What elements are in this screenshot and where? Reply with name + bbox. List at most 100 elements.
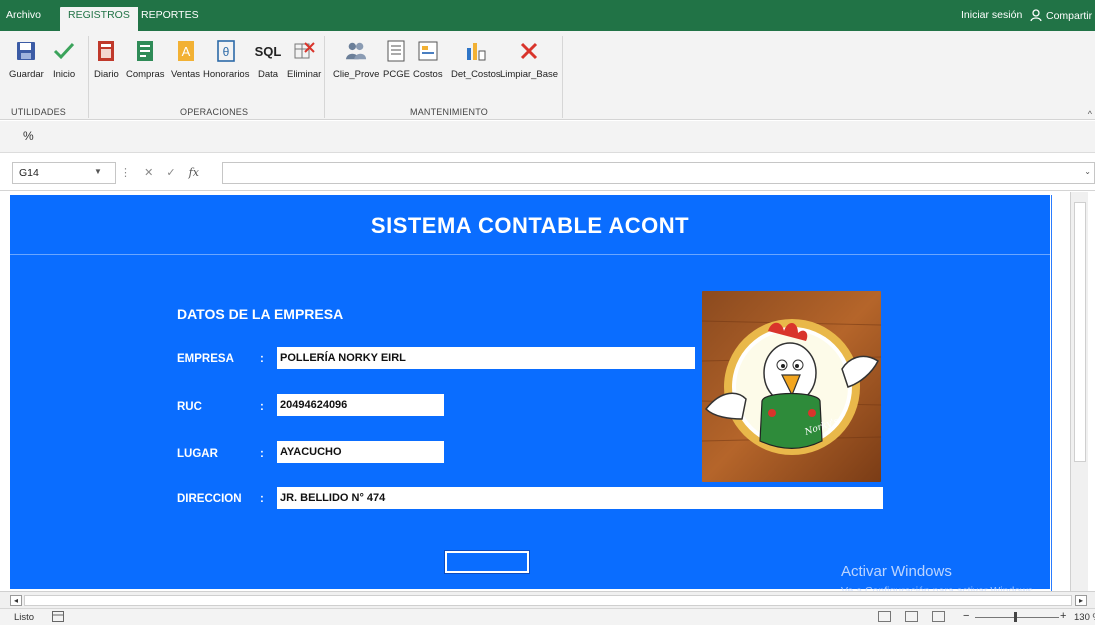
compras-label: Compras (126, 69, 165, 80)
limpiar-base-label: Limpiar_Base (500, 69, 559, 80)
page-layout-view-icon[interactable] (905, 611, 918, 622)
field-label-direccion: DIRECCION (177, 493, 242, 505)
expand-formula-icon[interactable]: ⌄ (1084, 167, 1091, 176)
field-label-lugar: LUGAR (177, 448, 218, 460)
group-label-operaciones: OPERACIONES (180, 107, 249, 117)
group-label-utilidades: UTILIDADES (11, 107, 67, 117)
percent-style-button[interactable]: % (23, 129, 34, 143)
ribbon-divider (324, 36, 325, 118)
sql-icon-text: SQL (254, 43, 282, 59)
field-value-lugar[interactable]: AYACUCHO (277, 441, 444, 463)
vertical-scroll-thumb[interactable] (1074, 202, 1086, 462)
ledger-icon (95, 39, 117, 63)
checkmark-icon (53, 39, 75, 63)
field-value-direccion[interactable]: JR. BELLIDO N° 474 (277, 487, 883, 509)
macro-recording-icon[interactable] (52, 611, 64, 622)
cancel-icon[interactable]: ✕ (144, 167, 153, 179)
title-tab-bar: Archivo REGISTROS REPORTES Iniciar sesió… (0, 0, 1095, 31)
quick-access-bar: % (0, 121, 1095, 153)
eliminar-button[interactable]: Eliminar (287, 39, 321, 80)
costos-label: Costos (413, 69, 443, 80)
formula-bar: G14 ▼ ⋮ ✕ ✓ fx ⌄ (0, 153, 1095, 191)
field-label-ruc: RUC (177, 401, 202, 413)
fees-icon: θ (215, 39, 237, 63)
honorarios-button[interactable]: θ Honorarios (203, 39, 249, 80)
pcge-label: PCGE (383, 69, 410, 80)
inicio-label: Inicio (53, 69, 76, 80)
insert-function-icon[interactable]: fx (189, 166, 199, 179)
tab-registros[interactable]: REGISTROS (60, 7, 138, 31)
vertical-scrollbar[interactable] (1070, 192, 1088, 591)
ribbon-divider (88, 36, 89, 118)
title-band: SISTEMA CONTABLE ACONT (10, 195, 1050, 255)
diario-label: Diario (94, 69, 119, 80)
bar-chart-icon (465, 39, 487, 63)
group-label-mantenimiento: MANTENIMIENTO (410, 107, 488, 117)
enter-icon[interactable]: ✓ (166, 167, 175, 179)
horizontal-scroll-track[interactable] (24, 595, 1072, 606)
field-value-empresa[interactable]: POLLERÍA NORKY EIRL (277, 347, 695, 369)
collapse-ribbon-icon[interactable]: ^ (1088, 109, 1092, 119)
company-logo: Norky's (702, 291, 881, 482)
costos-button[interactable]: Costos (413, 39, 443, 80)
sales-icon: A (175, 39, 197, 63)
status-ready: Listo (14, 612, 35, 623)
diario-button[interactable]: Diario (94, 39, 119, 80)
page-break-view-icon[interactable] (932, 611, 945, 622)
page-title: SISTEMA CONTABLE ACONT (370, 213, 690, 238)
clie-prove-button[interactable]: Clie_Prove (333, 39, 379, 80)
tab-reportes[interactable]: REPORTES (141, 9, 199, 21)
view-switcher (878, 611, 945, 622)
eliminar-label: Eliminar (287, 69, 322, 80)
data-label: Data (257, 69, 279, 80)
field-colon: : (260, 448, 264, 460)
sign-in-link[interactable]: Iniciar sesión (961, 9, 1022, 21)
scroll-right-icon[interactable]: ▸ (1075, 595, 1087, 606)
scroll-left-icon[interactable]: ◂ (10, 595, 22, 606)
pcge-button[interactable]: PCGE (383, 39, 410, 80)
limpiar-base-button[interactable]: Limpiar_Base (500, 39, 558, 80)
share-label: Compartir (1046, 9, 1093, 22)
honorarios-label: Honorarios (203, 69, 250, 80)
column-gridline (1051, 195, 1052, 591)
data-button[interactable]: SQL Data (254, 39, 282, 81)
field-label-empresa: EMPRESA (177, 353, 234, 365)
tab-archivo[interactable]: Archivo (6, 9, 41, 21)
worksheet[interactable]: SISTEMA CONTABLE ACONT DATOS DE LA EMPRE… (0, 192, 1095, 597)
zoom-slider-thumb[interactable] (1014, 612, 1017, 622)
compras-button[interactable]: Compras (126, 39, 165, 80)
delete-table-icon (293, 39, 315, 63)
ventas-button[interactable]: A Ventas (171, 39, 200, 80)
selected-cell[interactable] (444, 550, 530, 574)
field-value-ruc[interactable]: 20494624096 (277, 394, 444, 416)
svg-text:A: A (181, 44, 190, 59)
ventas-label: Ventas (171, 69, 201, 80)
status-bar: Listo − + 130 % (0, 608, 1095, 625)
formula-separator-icon: ⋮ (120, 167, 131, 179)
formula-controls: ⋮ ✕ ✓ fx (120, 166, 209, 179)
zoom-in-icon[interactable]: + (1060, 610, 1066, 622)
section-title: DATOS DE LA EMPRESA (177, 306, 344, 322)
purchases-icon (134, 39, 156, 63)
det-costos-button[interactable]: Det_Costos (451, 39, 501, 80)
svg-text:θ: θ (223, 45, 230, 59)
clie-prove-label: Clie_Prove (333, 69, 380, 80)
people-icon (345, 39, 367, 63)
normal-view-icon[interactable] (878, 611, 891, 622)
costs-icon (417, 39, 439, 63)
ribbon-divider (562, 36, 563, 118)
activation-watermark-title: Activar Windows (841, 563, 952, 580)
sql-icon: SQL (254, 39, 282, 63)
formula-input[interactable] (222, 162, 1095, 184)
horizontal-scrollbar[interactable]: ◂ ▸ (0, 591, 1095, 608)
company-form-panel: SISTEMA CONTABLE ACONT DATOS DE LA EMPRE… (10, 195, 1050, 597)
field-colon: : (260, 401, 264, 413)
save-icon (15, 39, 37, 63)
share-button[interactable]: Compartir (1030, 9, 1092, 22)
guardar-button[interactable]: Guardar (9, 39, 44, 80)
zoom-level[interactable]: 130 % (1074, 612, 1095, 623)
zoom-out-icon[interactable]: − (963, 610, 969, 622)
inicio-button[interactable]: Inicio (53, 39, 75, 80)
name-box-dropdown-icon[interactable]: ▼ (94, 167, 102, 176)
zoom-slider[interactable] (975, 617, 1059, 618)
